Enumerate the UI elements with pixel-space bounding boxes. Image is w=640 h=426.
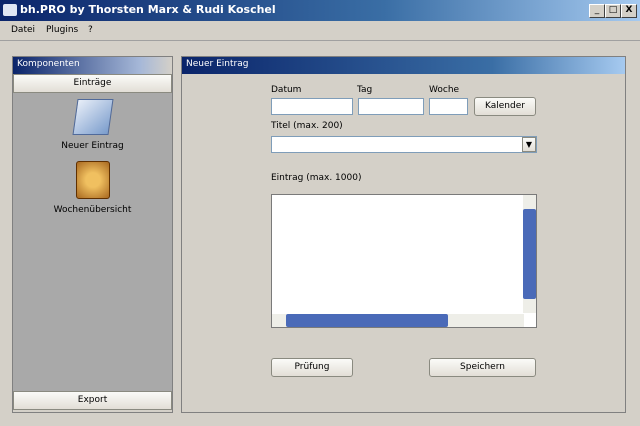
tag-input[interactable] [358,98,424,115]
speichern-button[interactable]: Speichern [429,358,536,377]
export-button[interactable]: Export [13,391,172,410]
titel-label: Titel (max. 200) [271,121,343,131]
woche-label: Woche [429,85,460,95]
pruefung-button[interactable]: Prüfung [271,358,353,377]
datum-input[interactable] [271,98,353,115]
components-list: Neuer Eintrag Wochenübersicht [13,93,172,391]
tag-label: Tag [357,85,373,95]
item-label: Neuer Eintrag [61,141,124,151]
window-title: bh.PRO by Thorsten Marx & Rudi Koschel [20,3,276,16]
components-panel: Komponenten Einträge Neuer Eintrag Woche… [12,56,173,413]
close-button[interactable]: X [621,4,637,18]
panel-title: Komponenten [13,57,172,74]
menu-help[interactable]: ? [88,25,93,35]
eintrag-textarea[interactable] [271,194,537,328]
maximize-button[interactable]: □ [605,4,621,18]
menu-plugins[interactable]: Plugins [46,25,78,35]
menu-bar [0,21,640,41]
menu-datei[interactable]: Datei [11,25,35,35]
new-entry-icon [71,99,114,135]
datum-label: Datum [271,85,302,95]
neuer-eintrag-item[interactable]: Neuer Eintrag [13,99,172,151]
panel-title: Neuer Eintrag [182,57,625,74]
woche-input[interactable] [429,98,468,115]
minimize-button[interactable]: _ [589,4,605,18]
titel-combobox[interactable]: ▼ [271,136,537,153]
address-book-icon [75,161,110,199]
kalender-button[interactable]: Kalender [474,97,536,116]
eintrag-label: Eintrag (max. 1000) [271,173,362,183]
vertical-scrollbar[interactable] [523,195,536,313]
horizontal-scrollbar[interactable] [272,314,524,327]
chevron-down-icon[interactable]: ▼ [522,137,536,152]
wochenuebersicht-item[interactable]: Wochenübersicht [13,161,172,215]
app-icon [3,4,17,16]
horizontal-scroll-thumb[interactable] [286,314,448,327]
item-label: Wochenübersicht [53,205,132,215]
section-eintraege-button[interactable]: Einträge [13,74,172,93]
title-bar: bh.PRO by Thorsten Marx & Rudi Koschel [0,0,640,21]
vertical-scroll-thumb[interactable] [523,209,536,299]
